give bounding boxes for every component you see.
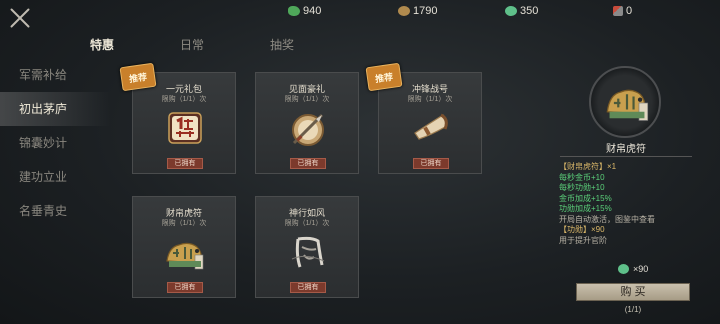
war-horn-icon bbox=[414, 113, 448, 140]
desc-line: 功勋加成+15% bbox=[559, 204, 612, 213]
item-name: 财帛虎符 bbox=[606, 144, 646, 155]
desc-line: 【功勋】×90 bbox=[559, 225, 605, 234]
owned-label: 已拥有 bbox=[290, 282, 326, 293]
purchase-count: (1/1) bbox=[624, 305, 642, 314]
tab-special-offer[interactable]: 特惠 bbox=[90, 36, 180, 53]
card-limit: 限购（1/1）次 bbox=[407, 96, 453, 103]
desc-line: 金币加成+15% bbox=[559, 193, 612, 203]
copper-coin-icon bbox=[398, 6, 410, 16]
currency-value: 350 bbox=[520, 5, 539, 17]
wind-calligraphy-icon bbox=[291, 236, 325, 268]
scroll-sword-icon bbox=[292, 113, 324, 146]
shop-card-war-horn[interactable]: 推荐 冲锋战号 限购（1/1）次 已拥有 bbox=[365, 62, 482, 174]
currency-value: 0 bbox=[626, 5, 633, 17]
jade-icon bbox=[618, 264, 629, 274]
currency-copper: 1790 bbox=[398, 5, 437, 17]
price: ×90 bbox=[618, 264, 648, 274]
desc-line: 【财帛虎符】×1 bbox=[559, 162, 617, 171]
shop-card-one-yuan-gift[interactable]: 推荐 一元礼包 限购（1/1）次 已拥有 bbox=[119, 62, 236, 174]
shop-card-tiger-tally[interactable]: 财帛虎符 限购（1/1）次 已拥有 bbox=[132, 196, 236, 298]
sidebar-item-achievement[interactable]: 建功立业 bbox=[0, 160, 110, 194]
sidebar-item-legacy[interactable]: 名垂青史 bbox=[0, 194, 110, 228]
currency-value: 940 bbox=[303, 5, 322, 17]
leaf-icon bbox=[288, 6, 300, 16]
currency-bar: 940 1790 350 0 bbox=[0, 5, 720, 21]
jade-icon bbox=[505, 6, 517, 16]
desc-line: 每秒功勋+10 bbox=[559, 183, 605, 192]
owned-label: 已拥有 bbox=[290, 158, 326, 169]
sidebar: 军需补给 初出茅庐 锦囊妙计 建功立业 名垂青史 bbox=[0, 58, 110, 228]
divider bbox=[560, 156, 692, 157]
owned-label: 已拥有 bbox=[413, 158, 449, 169]
desc-line: 每秒金币+10 bbox=[559, 172, 605, 182]
card-limit: 限购（1/1）次 bbox=[284, 96, 330, 103]
tiger-tally-icon bbox=[606, 89, 649, 121]
price-value: ×90 bbox=[633, 264, 649, 274]
tab-lottery[interactable]: 抽奖 bbox=[270, 36, 360, 53]
tiger-tally-icon bbox=[166, 242, 204, 270]
item-detail-panel: 财帛虎符 【财帛虎符】×1 每秒金币+10 每秒功勋+10 金币加成+15% 功… bbox=[556, 66, 696, 324]
desc-line: 开局自动激活，图鉴中查看 bbox=[559, 214, 655, 224]
item-description: 【财帛虎符】×1 每秒金币+10 每秒功勋+10 金币加成+15% 功勋加成+1… bbox=[559, 162, 693, 256]
shop-card-meeting-gift[interactable]: 见面豪礼 限购（1/1）次 已拥有 bbox=[255, 72, 359, 174]
currency-jade: 350 bbox=[505, 5, 538, 17]
item-portrait bbox=[589, 66, 661, 138]
owned-label: 已拥有 bbox=[167, 282, 203, 293]
sidebar-item-supply[interactable]: 军需补给 bbox=[0, 58, 110, 92]
buy-button[interactable]: 购 买 bbox=[576, 283, 690, 301]
currency-token: 0 bbox=[613, 5, 632, 17]
token-icon bbox=[613, 6, 623, 16]
owned-label: 已拥有 bbox=[167, 158, 203, 169]
card-limit: 限购（1/1）次 bbox=[161, 96, 207, 103]
card-limit: 限购（1/1）次 bbox=[161, 220, 207, 227]
currency-leaf: 940 bbox=[288, 5, 321, 17]
card-limit: 限购（1/1）次 bbox=[284, 220, 330, 227]
tab-daily[interactable]: 日常 bbox=[180, 36, 270, 53]
sidebar-item-newcomer[interactable]: 初出茅庐 bbox=[0, 92, 110, 126]
shop-card-swift-wind[interactable]: 神行如风 限购（1/1）次 已拥有 bbox=[255, 196, 359, 298]
top-tabs: 特惠 日常 抽奖 bbox=[90, 36, 360, 53]
currency-value: 1790 bbox=[413, 5, 438, 17]
sidebar-item-strategy[interactable]: 锦囊妙计 bbox=[0, 126, 110, 160]
desc-line: 用于提升官阶 bbox=[559, 235, 607, 245]
one-yuan-gift-icon bbox=[168, 112, 202, 144]
